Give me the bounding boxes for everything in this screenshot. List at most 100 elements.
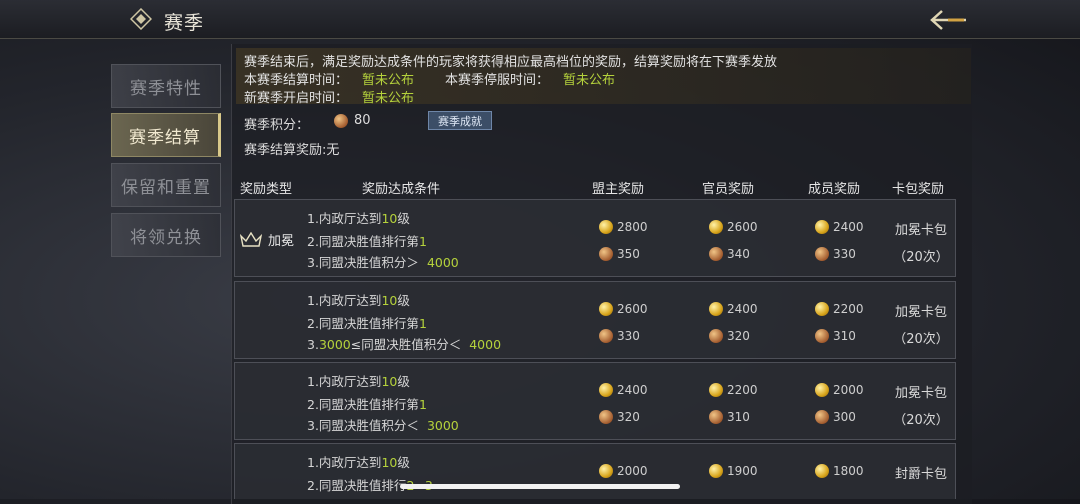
reward-amount: 2400 (617, 383, 648, 397)
season-point-coin-icon (815, 247, 829, 261)
condition-1: 1.内政厅达到10级 (307, 371, 410, 390)
reward-amount: 2600 (617, 302, 648, 316)
member-point-reward: 330 (815, 247, 856, 261)
settlement-notice: 赛季结束后，满足奖励达成条件的玩家将获得相应最高档位的奖励，结算奖励将在下赛季发… (244, 55, 778, 70)
gold-coin-icon (709, 464, 723, 478)
reward-amount: 2200 (727, 383, 758, 397)
condition-3: 3.同盟决胜值积分＜ 3000 (307, 415, 459, 434)
gold-coin-icon (709, 302, 723, 316)
stop-time-label: 本赛季停服时间： (445, 73, 550, 88)
condition-text: 1.内政厅达到 (307, 374, 382, 389)
tab-retain-reset[interactable]: 保留和重置 (111, 163, 221, 207)
tab-season-settlement[interactable]: 赛季结算 (111, 113, 221, 157)
officer-point-reward: 310 (709, 410, 750, 424)
condition-value: 10 (381, 211, 398, 226)
reward-amount: 330 (833, 247, 856, 261)
condition-value: 1 (418, 397, 427, 412)
reward-amount: 340 (727, 247, 750, 261)
reward-amount: 320 (617, 410, 640, 424)
header-reward-type: 奖励类型 (240, 182, 293, 197)
header-leader-reward: 盟主奖励 (592, 182, 645, 197)
tab-season-features[interactable]: 赛季特性 (111, 64, 221, 108)
start-time-row: 新赛季开启时间： 暂未公布 (244, 87, 414, 106)
home-indicator[interactable] (400, 484, 680, 489)
back-arrow-icon[interactable] (928, 8, 968, 32)
condition-text: 级 (397, 455, 410, 470)
condition-value: 4000 (426, 255, 459, 270)
pack-reward-name: 加冕卡包 (894, 386, 947, 401)
condition-value: 1 (418, 316, 427, 331)
officer-point-reward: 340 (709, 247, 750, 261)
reward-amount: 1800 (833, 464, 864, 478)
reward-type-label: 加冕 (268, 234, 295, 249)
reward-type: 加冕 (240, 230, 294, 249)
season-point-coin-icon (599, 329, 613, 343)
condition-text: 级 (397, 293, 410, 308)
condition-text: 3.同盟决胜值积分＜ (307, 418, 419, 433)
stop-time-value: 暂未公布 (563, 73, 616, 88)
condition-text: 3. (307, 337, 319, 352)
condition-text: 3.同盟决胜值积分＞ (307, 255, 419, 270)
reward-amount: 2400 (727, 302, 758, 316)
condition-value: 3000 (318, 337, 351, 352)
header-officer-reward: 官员奖励 (702, 182, 755, 197)
reward-amount: 2200 (833, 302, 864, 316)
season-score-value: 80 (354, 113, 371, 128)
condition-text: 1.内政厅达到 (307, 211, 382, 226)
gold-coin-icon (599, 302, 613, 316)
leader-gold-reward: 2600 (599, 302, 648, 316)
season-point-coin-icon (599, 247, 613, 261)
season-point-coin-icon (815, 329, 829, 343)
settle-time-label: 本赛季结算时间： (244, 73, 349, 88)
condition-2: 2.同盟决胜值排行第1 (307, 394, 427, 413)
start-time-label: 新赛季开启时间： (244, 91, 349, 106)
leader-gold-reward: 2800 (599, 220, 648, 234)
page-title: 赛季 (164, 12, 205, 34)
condition-text: 1.内政厅达到 (307, 455, 382, 470)
header-member-reward: 成员奖励 (808, 182, 861, 197)
member-gold-reward: 1800 (815, 464, 864, 478)
leader-point-reward: 350 (599, 247, 640, 261)
pack-reward-name: 加冕卡包 (894, 305, 947, 320)
reward-amount: 2400 (833, 220, 864, 234)
officer-point-reward: 320 (709, 329, 750, 343)
diamond-emblem-icon (130, 8, 152, 30)
gold-coin-icon (709, 220, 723, 234)
member-point-reward: 310 (815, 329, 856, 343)
season-score-label: 赛季积分： (244, 118, 310, 133)
settle-time-value: 暂未公布 (362, 73, 415, 88)
reward-amount: 310 (833, 329, 856, 343)
member-gold-reward: 2000 (815, 383, 864, 397)
season-score: 80 (334, 113, 371, 128)
condition-text: 2.同盟决胜值排行第 (307, 316, 419, 331)
reward-amount: 310 (727, 410, 750, 424)
settle-time-row: 本赛季结算时间： 暂未公布 (244, 69, 414, 88)
reward-amount: 300 (833, 410, 856, 424)
condition-3: 3.同盟决胜值积分＞ 4000 (307, 252, 459, 271)
condition-text: 2.同盟决胜值排行第 (307, 234, 419, 249)
table-row: 1.内政厅达到10级 2.同盟决胜值排行第1 3.3000≤同盟决胜值积分＜ 40… (234, 281, 956, 359)
officer-gold-reward: 2400 (709, 302, 758, 316)
season-achievement-button[interactable]: 赛季成就 (428, 111, 492, 130)
condition-text: ≤同盟决胜值积分＜ (350, 337, 462, 352)
table-row: 加冕 1.内政厅达到10级 2.同盟决胜值排行第1 3.同盟决胜值积分＞ 4000… (234, 199, 956, 277)
officer-gold-reward: 1900 (709, 464, 758, 478)
tab-general-exchange[interactable]: 将领兑换 (111, 213, 221, 257)
reward-amount: 2000 (833, 383, 864, 397)
pack-reward-times: （20次） (893, 332, 949, 347)
condition-value: 10 (381, 293, 398, 308)
condition-1: 1.内政厅达到10级 (307, 208, 410, 227)
gold-coin-icon (599, 383, 613, 397)
condition-value: 10 (381, 374, 398, 389)
condition-text: 1.内政厅达到 (307, 293, 382, 308)
leader-gold-reward: 2400 (599, 383, 648, 397)
gold-coin-icon (815, 220, 829, 234)
season-point-coin-icon (334, 113, 348, 128)
condition-text: 级 (397, 211, 410, 226)
season-point-coin-icon (709, 247, 723, 261)
condition-1: 1.内政厅达到10级 (307, 290, 410, 309)
top-bar: 赛季 (0, 0, 1080, 39)
gold-coin-icon (709, 383, 723, 397)
officer-gold-reward: 2200 (709, 383, 758, 397)
pack-reward-times: （20次） (893, 250, 949, 265)
